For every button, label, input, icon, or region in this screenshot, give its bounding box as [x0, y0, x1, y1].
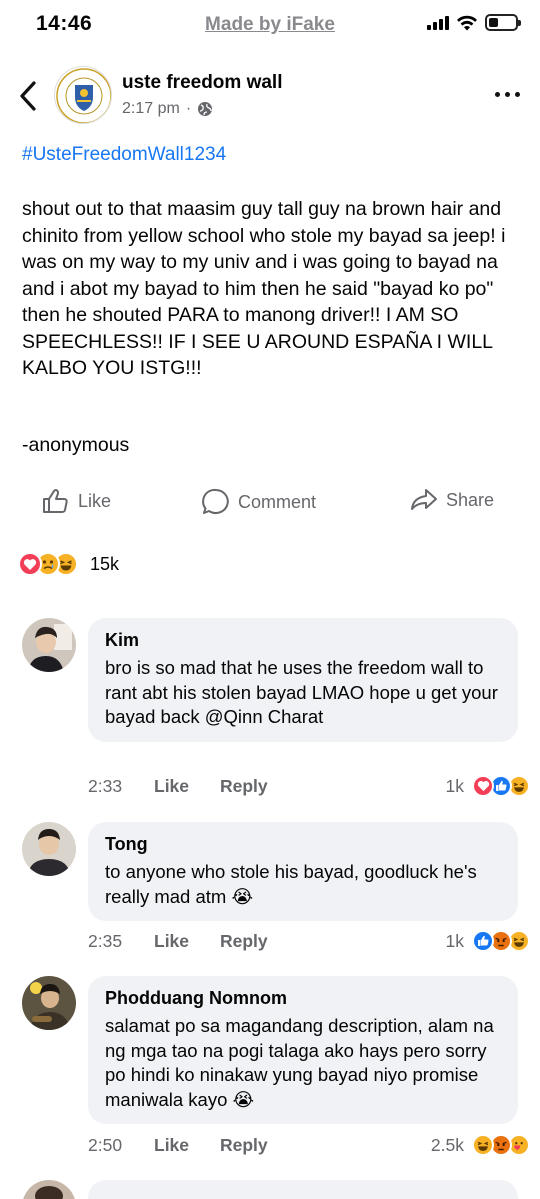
like-reaction-icon [472, 930, 494, 952]
like-button[interactable]: Like [42, 488, 111, 514]
comment-bubble[interactable]: Tong to anyone who stole his bayad, good… [88, 822, 518, 921]
comment-bubble[interactable]: Phodduang Nomnom salamat po sa magandang… [88, 976, 518, 1124]
comment-reactions[interactable]: 1k [445, 930, 530, 952]
share-label: Share [446, 489, 495, 510]
comment-label: Comment [238, 491, 317, 512]
commenter-name[interactable]: Kim [105, 630, 501, 651]
comment-reaction-count: 1k [445, 775, 464, 796]
post-signature: -anonymous [22, 434, 130, 456]
comment-like-button[interactable]: Like [154, 776, 220, 797]
comment-reply-button[interactable]: Reply [220, 931, 268, 952]
page-avatar[interactable] [54, 66, 112, 124]
back-button[interactable] [14, 78, 44, 114]
battery-icon [485, 14, 521, 31]
comment-time: 2:33 [88, 776, 123, 796]
commenter-avatar[interactable] [22, 976, 76, 1030]
comment-reactions[interactable]: 1k [445, 775, 530, 797]
commenter-name[interactable]: Phodduang Nomnom [105, 988, 501, 1009]
globe-icon [198, 102, 213, 116]
comment-bubble[interactable]: Kim bro is so mad that he uses the freed… [88, 618, 518, 742]
post-time-text: 2:17 pm [122, 100, 180, 117]
comment-meta: 2:33 Like Reply [88, 776, 268, 797]
commenter-name[interactable]: Tong [105, 834, 501, 855]
comment-button[interactable]: Comment [202, 488, 316, 516]
commenter-avatar[interactable] [22, 618, 76, 672]
comment-like-button[interactable]: Like [154, 1135, 220, 1156]
love-reaction-icon [472, 775, 494, 797]
comment-reply-button[interactable]: Reply [220, 1135, 268, 1156]
comment-text: salamat po sa magandang description, ala… [105, 1015, 494, 1110]
post-hashtag[interactable]: #UsteFreedomWall1234 [22, 144, 226, 166]
comment-like-button[interactable]: Like [154, 931, 220, 952]
university-seal-icon [56, 68, 111, 123]
post-timestamp: 2:17 pm · [122, 100, 213, 118]
comment-time: 2:50 [88, 1135, 123, 1155]
share-button[interactable]: Share [410, 488, 494, 512]
post-header: uste freedom wall 2:17 pm · [0, 62, 540, 132]
comment-text: to anyone who stole his bayad, goodluck … [105, 861, 477, 907]
share-arrow-icon [411, 489, 437, 510]
commenter-avatar[interactable] [22, 822, 76, 876]
comment-meta: 2:35 Like Reply [88, 931, 268, 952]
comment-reactions[interactable]: 2.5k [430, 1134, 530, 1156]
post-actions: Like Comment Share [0, 488, 540, 524]
post-body: shout out to that maasim guy tall guy na… [22, 198, 511, 379]
love-reaction-icon [18, 552, 42, 576]
reaction-count: 15k [90, 553, 120, 574]
comment-meta: 2:50 Like Reply [88, 1135, 268, 1156]
thumbs-up-icon [43, 489, 68, 513]
comment-reply-button[interactable]: Reply [220, 776, 268, 797]
more-options-button[interactable] [495, 92, 520, 97]
comment-time: 2:35 [88, 931, 123, 951]
page-name[interactable]: uste freedom wall [122, 72, 283, 94]
like-label: Like [78, 490, 112, 511]
wifi-icon [457, 15, 477, 30]
commenter-avatar[interactable] [22, 1180, 76, 1199]
cellular-signal-icon [427, 15, 449, 30]
comment-reaction-count: 1k [445, 930, 464, 951]
haha-reaction-icon [472, 1134, 494, 1156]
status-icons [427, 14, 521, 31]
status-bar: 14:46 Made by iFake [0, 0, 540, 52]
reaction-summary[interactable]: 15k [18, 552, 119, 576]
comment-bubble[interactable] [88, 1180, 518, 1199]
comment-reaction-count: 2.5k [430, 1134, 464, 1155]
chevron-left-icon [20, 81, 36, 111]
comment-text: bro is so mad that he uses the freedom w… [105, 657, 498, 727]
comment-bubble-icon [202, 488, 229, 514]
